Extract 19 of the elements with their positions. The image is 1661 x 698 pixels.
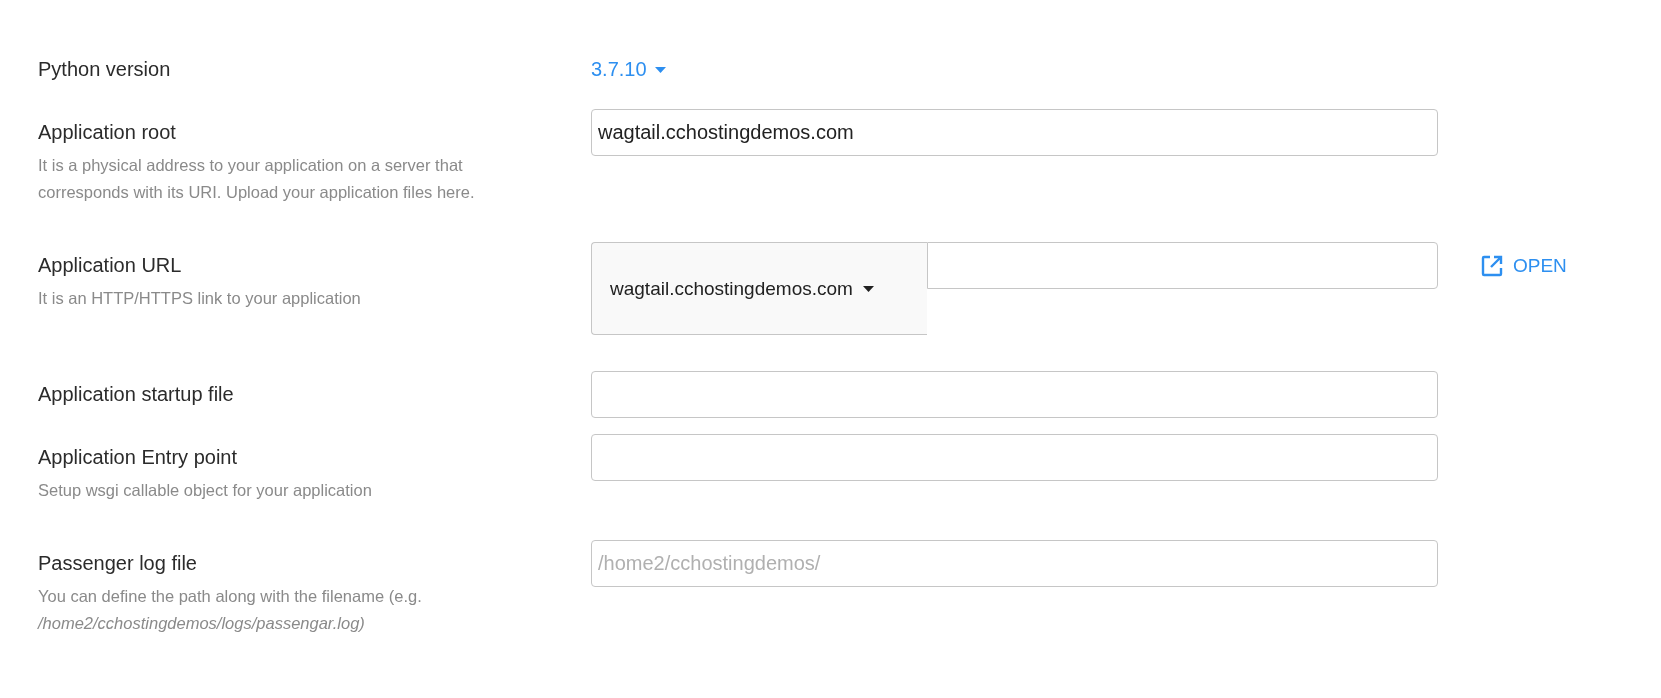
field-label: Application root <box>38 120 177 145</box>
input-field[interactable]: /home2/cchostingdemos/ <box>591 540 1438 587</box>
input-field[interactable]: wagtail.cchostingdemos.com <box>591 109 1438 156</box>
input-field[interactable] <box>591 434 1438 481</box>
caret-icon <box>654 66 666 73</box>
field-description: It is a physical address to your application on a server that corresponds with its URI. Upload your application files here. <box>38 155 476 203</box>
domain-dropdown[interactable]: wagtail.cchostingdemos.com <box>591 242 927 335</box>
field-description: Setup wsgi callable object for your application <box>38 480 373 501</box>
field-description: You can define the path along with the filename (e.g. /home2/cchostingdemos/logs/passengar.log) <box>38 586 423 634</box>
field-label: Application startup file <box>38 382 235 407</box>
field-description: It is an HTTP/HTTPS link to your application <box>38 288 362 309</box>
input-field[interactable] <box>591 371 1438 418</box>
field-label: Passenger log file <box>38 551 198 576</box>
field-label: Application Entry point <box>38 445 238 470</box>
field-label: Python version <box>38 57 172 82</box>
external-link-icon <box>1481 254 1503 277</box>
caret-icon <box>862 285 874 292</box>
field-label: Application URL <box>38 253 183 278</box>
url-path-field[interactable] <box>927 242 1438 289</box>
